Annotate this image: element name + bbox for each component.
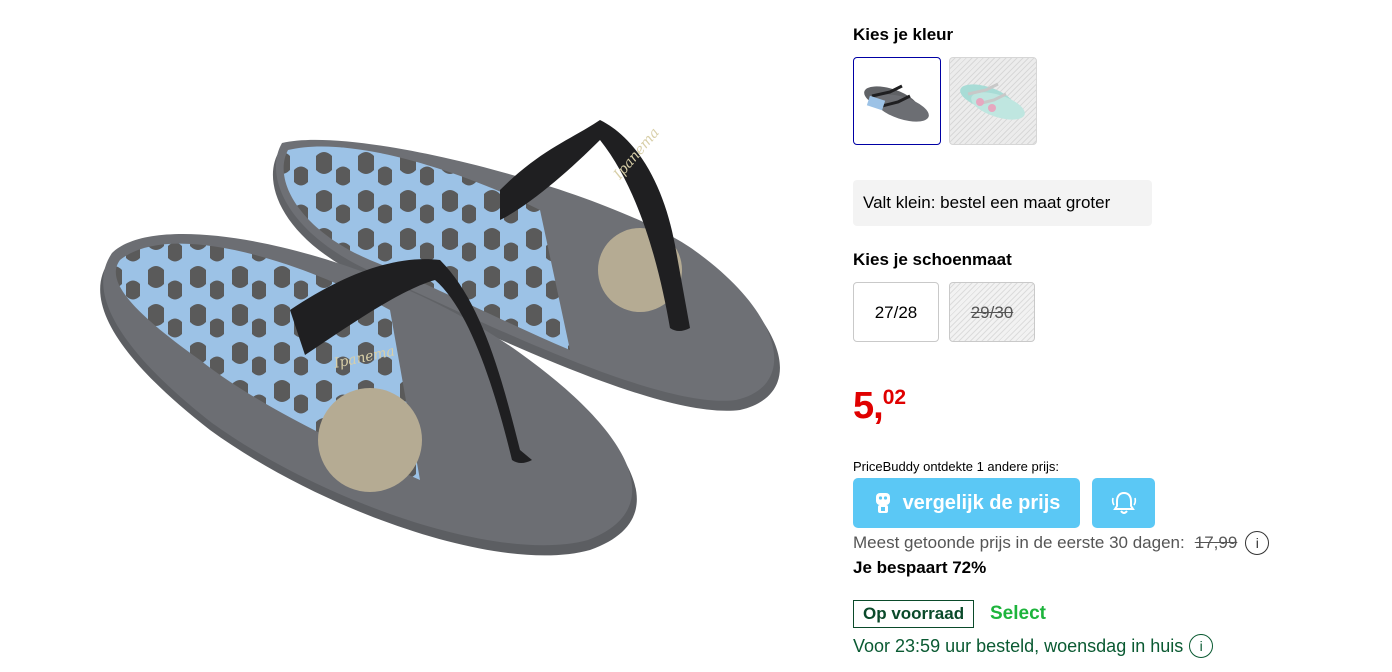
- savings-text: Je bespaart 72%: [853, 558, 987, 577]
- reference-old-price: 17,99: [1194, 533, 1238, 552]
- delivery-info-icon[interactable]: i: [1189, 634, 1214, 658]
- color-section-title: Kies je kleur: [853, 25, 954, 44]
- price-cents: 02: [882, 386, 907, 409]
- size-option-27-28[interactable]: 27/28: [853, 282, 939, 342]
- reference-price: Meest getoonde prijs in de eerste 30 dag…: [853, 531, 1270, 555]
- stock-badge: Op voorraad: [853, 600, 975, 628]
- compare-button-label: vergelijk de prijs: [902, 491, 1061, 514]
- select-label: Select: [990, 603, 1046, 624]
- bell-icon: [1111, 491, 1136, 514]
- reference-price-text: Meest getoonde prijs in de eerste 30 dag…: [853, 533, 1185, 552]
- price-alert-button[interactable]: [1092, 478, 1155, 528]
- size-option-29-30[interactable]: 29/30: [949, 282, 1035, 342]
- price-euros: 5,: [853, 385, 884, 427]
- pricebuddy-label: PriceBuddy ontdekte 1 andere prijs:: [853, 459, 1059, 474]
- color-swatch-mint[interactable]: [949, 57, 1037, 145]
- flip-flop-mint-thumbnail: [960, 82, 1025, 120]
- delivery-info: Voor 23:59 uur besteld, woensdag in huis…: [853, 634, 1214, 658]
- info-icon[interactable]: i: [1245, 531, 1270, 555]
- compare-price-button[interactable]: vergelijk de prijs: [853, 478, 1080, 528]
- size-section-title: Kies je schoenmaat: [853, 250, 1012, 269]
- price: 5,02: [853, 385, 906, 428]
- fit-note: Valt klein: bestel een maat groter: [853, 180, 1152, 226]
- pricebuddy-mascot-icon: [875, 493, 890, 513]
- color-swatch-grey[interactable]: [853, 57, 941, 145]
- flip-flop-grey-thumbnail: [864, 84, 929, 122]
- delivery-text: Voor 23:59 uur besteld, woensdag in huis: [853, 635, 1184, 656]
- product-image: Ipanema Ipanema: [100, 120, 780, 556]
